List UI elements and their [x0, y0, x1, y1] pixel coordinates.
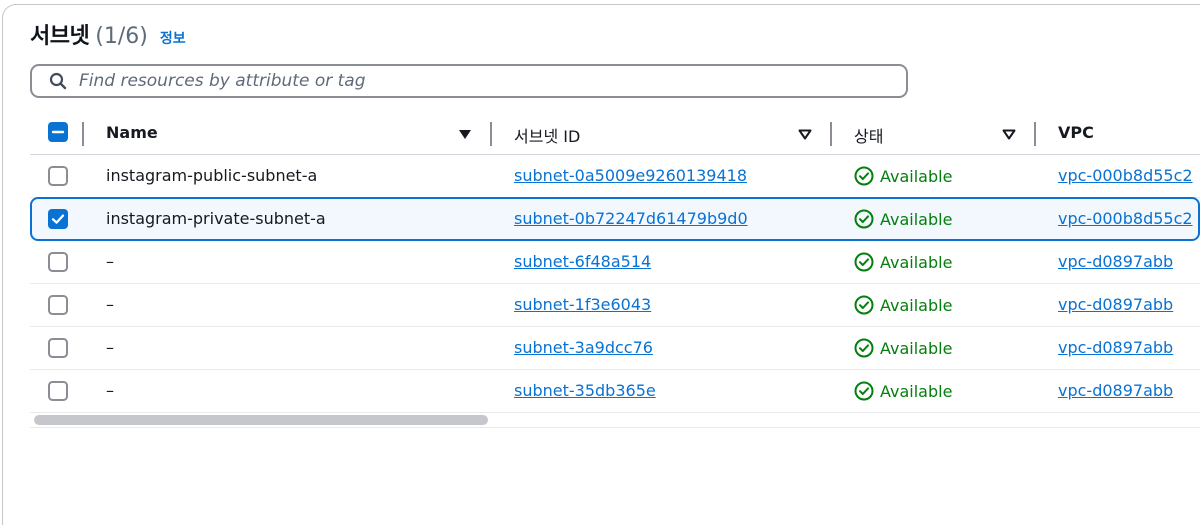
subnet-id-link[interactable]: subnet-1f3e6043: [514, 295, 651, 314]
status-text: Available: [880, 381, 953, 401]
subnet-name: –: [106, 295, 114, 314]
subnets-table: Name 서브넷 ID 상태 VPC instagram-public-subn…: [30, 112, 1200, 413]
table-row[interactable]: – subnet-3a9dcc76 Available vpc-d0897abb: [30, 327, 1200, 370]
info-link[interactable]: 정보: [160, 28, 186, 48]
panel-header: 서브넷 (1/6) 정보: [30, 18, 186, 50]
vpc-id-link[interactable]: vpc-d0897abb: [1058, 338, 1173, 357]
column-divider[interactable]: [490, 122, 492, 146]
caret-down-outline-icon[interactable]: [1002, 129, 1016, 140]
column-header-vpc[interactable]: VPC: [1058, 123, 1094, 142]
caret-down-filled-icon[interactable]: [458, 129, 472, 140]
column-divider[interactable]: [830, 122, 832, 146]
horizontal-scrollbar[interactable]: [30, 413, 1200, 428]
status-text: Available: [880, 252, 953, 272]
status-badge: Available: [854, 381, 952, 401]
subnet-name: instagram-public-subnet-a: [106, 166, 318, 185]
status-text: Available: [880, 166, 953, 186]
scrollbar-thumb[interactable]: [34, 415, 488, 425]
selection-count: (1/6): [95, 24, 148, 49]
table-row[interactable]: instagram-public-subnet-a subnet-0a5009e…: [30, 155, 1200, 198]
page-title: 서브넷: [30, 24, 90, 49]
status-text: Available: [880, 295, 953, 315]
check-circle-icon: [854, 295, 874, 315]
subnet-id-link[interactable]: subnet-0a5009e9260139418: [514, 166, 747, 185]
table-row-selected[interactable]: instagram-private-subnet-a subnet-0b7224…: [30, 197, 1200, 241]
subnet-name: instagram-private-subnet-a: [106, 209, 326, 228]
subnet-id-link[interactable]: subnet-0b72247d61479b9d0: [514, 209, 748, 228]
subnet-id-link[interactable]: subnet-6f48a514: [514, 252, 651, 271]
table-row[interactable]: – subnet-6f48a514 Available vpc-d0897abb: [30, 241, 1200, 284]
vpc-id-link[interactable]: vpc-000b8d55c2: [1058, 166, 1193, 185]
status-badge: Available: [854, 338, 952, 358]
status-badge: Available: [854, 209, 952, 229]
caret-down-outline-icon[interactable]: [798, 129, 812, 140]
check-circle-icon: [854, 209, 874, 229]
column-header-subnet-id[interactable]: 서브넷 ID: [514, 123, 580, 147]
vpc-id-link[interactable]: vpc-d0897abb: [1058, 381, 1173, 400]
check-circle-icon: [854, 381, 874, 401]
status-badge: Available: [854, 166, 952, 186]
table-row[interactable]: – subnet-35db365e Available vpc-d0897abb: [30, 370, 1200, 413]
subnet-name: –: [106, 381, 114, 400]
status-badge: Available: [854, 295, 952, 315]
vpc-id-link[interactable]: vpc-000b8d55c2: [1058, 209, 1193, 228]
search-icon: [49, 72, 67, 90]
subnet-id-link[interactable]: subnet-3a9dcc76: [514, 338, 653, 357]
vpc-id-link[interactable]: vpc-d0897abb: [1058, 295, 1173, 314]
row-checkbox[interactable]: [48, 338, 68, 358]
row-checkbox[interactable]: [48, 166, 68, 186]
status-text: Available: [880, 338, 953, 358]
row-checkbox[interactable]: [48, 295, 68, 315]
table-row[interactable]: – subnet-1f3e6043 Available vpc-d0897abb: [30, 284, 1200, 327]
column-header-state[interactable]: 상태: [854, 123, 883, 147]
vpc-id-link[interactable]: vpc-d0897abb: [1058, 252, 1173, 271]
row-checkbox[interactable]: [48, 381, 68, 401]
subnet-name: –: [106, 338, 114, 357]
column-divider[interactable]: [1034, 122, 1036, 146]
column-header-name[interactable]: Name: [106, 123, 158, 142]
status-text: Available: [880, 209, 953, 229]
table-header: Name 서브넷 ID 상태 VPC: [30, 112, 1200, 155]
search-input[interactable]: [79, 71, 859, 91]
row-checkbox[interactable]: [48, 252, 68, 272]
row-checkbox-checked[interactable]: [48, 209, 68, 229]
search-bar[interactable]: [30, 64, 908, 98]
subnet-id-link[interactable]: subnet-35db365e: [514, 381, 656, 400]
subnet-name: –: [106, 252, 114, 271]
column-divider[interactable]: [82, 122, 84, 146]
select-all-checkbox[interactable]: [48, 122, 68, 142]
check-circle-icon: [854, 166, 874, 186]
check-circle-icon: [854, 338, 874, 358]
check-circle-icon: [854, 252, 874, 272]
status-badge: Available: [854, 252, 952, 272]
